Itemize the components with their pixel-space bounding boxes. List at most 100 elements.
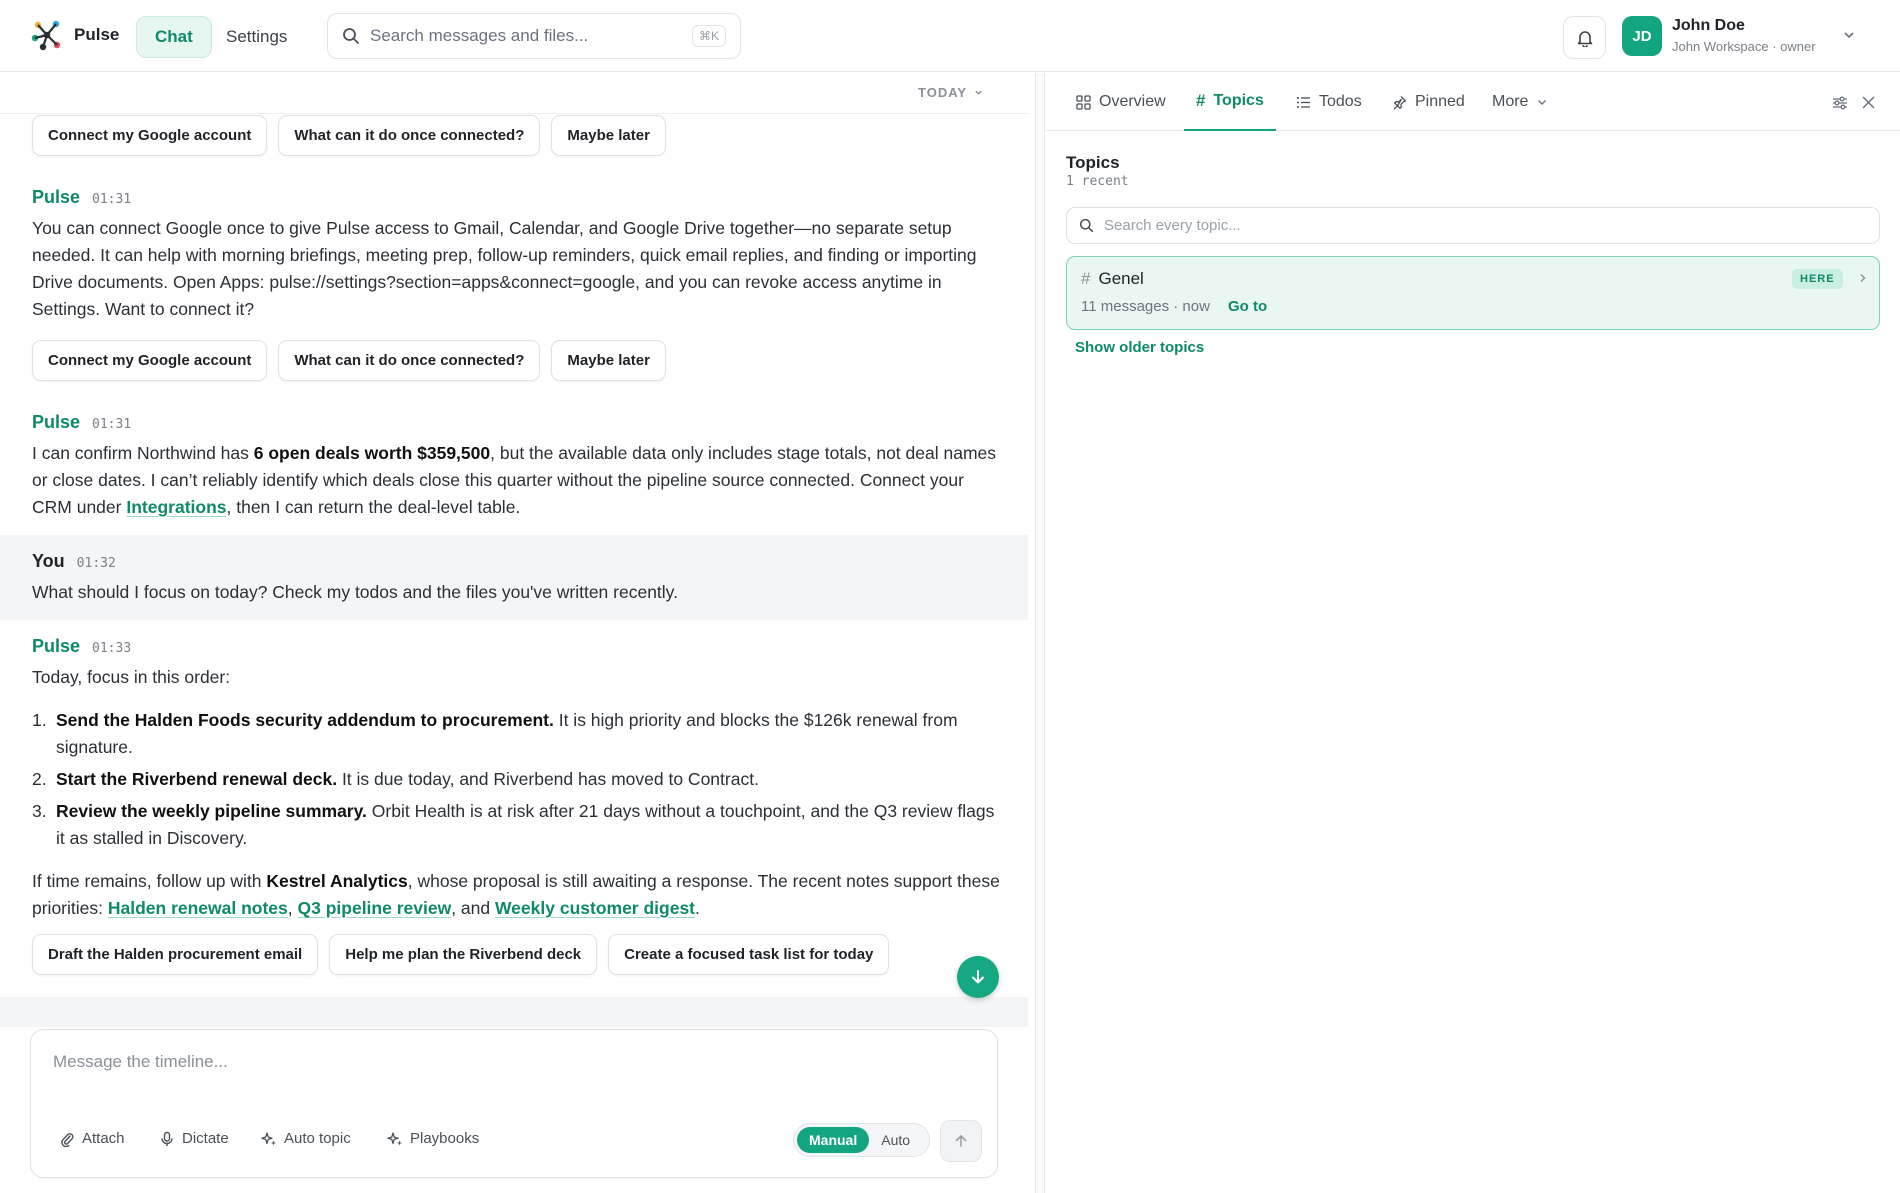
search-placeholder: Search messages and files... — [370, 26, 589, 45]
chat-panel: TODAY Connect my Google account What can… — [0, 73, 1028, 1193]
message-sender: Pulse — [32, 187, 81, 207]
integrations-link[interactable]: Integrations — [126, 497, 226, 517]
mode-toggle[interactable]: Manual Auto — [793, 1123, 930, 1157]
user-message-row — [0, 997, 1028, 1027]
chevron-down-icon[interactable] — [1842, 28, 1856, 42]
attach-button[interactable]: Attach — [59, 1130, 125, 1147]
pin-icon — [1392, 95, 1407, 110]
list-item: 2. Start the Riverbend renewal deck. It i… — [32, 766, 1002, 793]
hash-icon: # — [1196, 91, 1206, 110]
day-filter[interactable]: TODAY — [918, 85, 984, 100]
list-item-text: It is due today, and Riverbend has moved… — [337, 769, 759, 789]
search-shortcut: ⌘K — [691, 25, 726, 47]
chip-plan-riverbend-deck[interactable]: Help me plan the Riverbend deck — [329, 934, 598, 975]
chip-maybe-later[interactable]: Maybe later — [551, 340, 666, 381]
filter-settings-icon[interactable] — [1832, 95, 1848, 111]
chip-connect-google[interactable]: Connect my Google account — [32, 340, 268, 381]
tab-more[interactable]: More — [1492, 73, 1548, 131]
send-button[interactable] — [940, 1120, 982, 1162]
message-header: Pulse 01:31 — [32, 412, 131, 433]
list-item-title: Review the weekly pipeline summary. — [56, 801, 367, 821]
suggestion-chips: Connect my Google account What can it do… — [32, 340, 666, 381]
suggestion-chips: Connect my Google account What can it do… — [32, 115, 666, 156]
message-body: I can confirm Northwind has 6 open deals… — [32, 440, 1002, 521]
tab-label: Todos — [1319, 93, 1362, 110]
chip-maybe-later[interactable]: Maybe later — [551, 115, 666, 156]
bell-icon — [1576, 29, 1594, 47]
message-body: If time remains, follow up with Kestrel … — [32, 868, 1002, 922]
tab-label: More — [1492, 93, 1529, 110]
file-link-q3-pipeline[interactable]: Q3 pipeline review — [298, 898, 452, 918]
topic-go-to-link[interactable]: Go to — [1228, 298, 1267, 315]
chip-connect-google[interactable]: Connect my Google account — [32, 115, 268, 156]
tab-label: Overview — [1099, 93, 1166, 110]
chip-create-task-list[interactable]: Create a focused task list for today — [608, 934, 890, 975]
tab-label: Topics — [1213, 92, 1264, 109]
tab-overview[interactable]: Overview — [1076, 73, 1166, 131]
nav-settings[interactable]: Settings — [214, 16, 299, 58]
dictate-label: Dictate — [182, 1130, 229, 1147]
playbooks-label: Playbooks — [410, 1130, 480, 1147]
user-name[interactable]: John Doe — [1672, 17, 1745, 35]
pulse-logo-icon — [30, 18, 64, 52]
side-panel: Overview # Topics Todos Pinned More Topi… — [1046, 73, 1900, 1193]
message-text: , and — [451, 898, 495, 918]
topic-title: # Genel — [1081, 269, 1144, 289]
list-item-title: Start the Riverbend renewal deck. — [56, 769, 338, 789]
auto-topic-button[interactable]: Auto topic — [261, 1130, 351, 1147]
message-text: If time remains, follow up with — [32, 871, 267, 891]
mode-auto[interactable]: Auto — [869, 1132, 922, 1148]
sparkles-icon — [387, 1131, 403, 1147]
tab-label: Pinned — [1415, 93, 1465, 110]
message-text: , then I can return the deal-level table… — [226, 497, 521, 517]
paperclip-icon — [59, 1131, 75, 1147]
global-search[interactable]: Search messages and files... ⌘K — [327, 13, 741, 59]
message-time: 01:31 — [92, 192, 132, 207]
message-time: 01:33 — [92, 641, 132, 656]
file-link-weekly-digest[interactable]: Weekly customer digest — [495, 898, 695, 918]
divider — [0, 113, 1028, 114]
list-item: 1. Send the Halden Foods security addendu… — [32, 707, 1002, 761]
tab-pinned[interactable]: Pinned — [1392, 73, 1465, 131]
message-text: . — [695, 898, 700, 918]
topics-title: Topics — [1066, 153, 1120, 172]
close-icon[interactable] — [1861, 95, 1876, 110]
mode-manual[interactable]: Manual — [797, 1127, 870, 1153]
topic-search-input[interactable] — [1104, 217, 1864, 234]
playbooks-button[interactable]: Playbooks — [387, 1130, 479, 1147]
message-bold: Kestrel Analytics — [266, 871, 408, 891]
list-number: 3. — [32, 801, 47, 821]
user-message-row — [0, 535, 1028, 620]
panel-resize-handle[interactable] — [1035, 73, 1045, 1193]
avatar[interactable]: JD — [1622, 16, 1662, 56]
message-bold: 6 open deals worth $359,500 — [253, 443, 491, 463]
brand[interactable]: Pulse — [30, 18, 119, 52]
chip-draft-halden-email[interactable]: Draft the Halden procurement email — [32, 934, 319, 975]
nav-chat[interactable]: Chat — [136, 16, 212, 58]
file-link-halden[interactable]: Halden renewal notes — [108, 898, 288, 918]
chevron-down-icon — [1536, 96, 1548, 108]
composer: Attach Dictate Auto topic Playbooks Manu… — [30, 1029, 998, 1178]
scroll-to-bottom-button[interactable] — [957, 956, 999, 998]
search-icon — [1079, 218, 1094, 233]
topic-search[interactable] — [1066, 207, 1880, 244]
chip-what-can-it-do[interactable]: What can it do once connected? — [278, 340, 541, 381]
microphone-icon — [159, 1131, 175, 1147]
show-older-topics-link[interactable]: Show older topics — [1075, 339, 1204, 356]
tab-topics[interactable]: # Topics — [1184, 73, 1276, 131]
dictate-button[interactable]: Dictate — [159, 1130, 229, 1147]
chip-what-can-it-do[interactable]: What can it do once connected? — [278, 115, 541, 156]
topics-count: 1 recent — [1066, 174, 1129, 189]
list-number: 1. — [32, 710, 47, 730]
message-text: I can confirm Northwind has — [32, 443, 254, 463]
message-text: , — [287, 898, 298, 918]
tab-todos[interactable]: Todos — [1296, 73, 1362, 131]
chevron-right-icon[interactable] — [1857, 272, 1869, 284]
message-sender: Pulse — [32, 636, 81, 656]
priority-list: 1. Send the Halden Foods security addendu… — [32, 707, 1002, 857]
message-input[interactable] — [53, 1052, 953, 1072]
list-number: 2. — [32, 769, 47, 789]
topic-card[interactable]: # Genel 11 messages · now Go to HERE — [1066, 256, 1880, 330]
notifications-button[interactable] — [1563, 16, 1606, 59]
topic-meta: 11 messages · now — [1081, 298, 1210, 315]
